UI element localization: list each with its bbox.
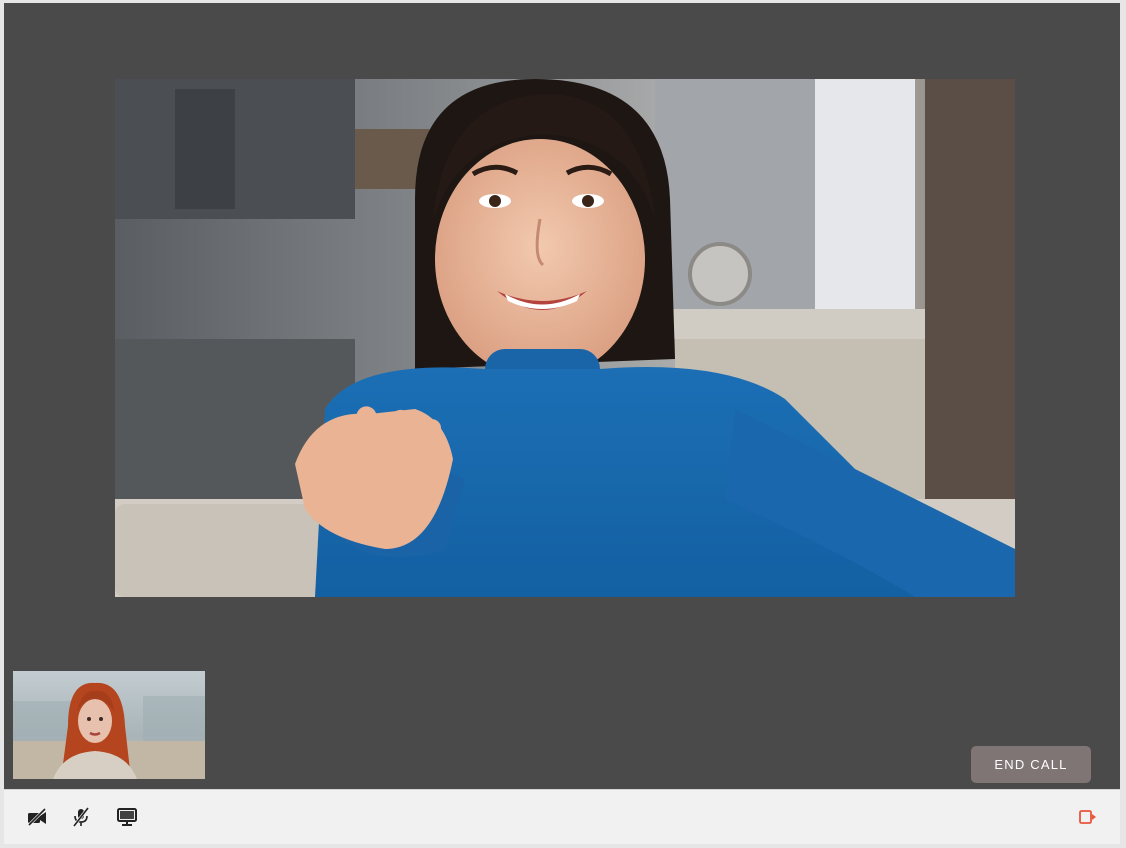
call-toolbar xyxy=(4,789,1120,844)
leave-call-icon xyxy=(1079,810,1096,824)
video-call-window: END CALL xyxy=(0,0,1126,848)
camera-off-icon xyxy=(27,808,47,826)
self-preview-video xyxy=(13,671,205,779)
remote-video xyxy=(115,79,1015,597)
mic-toggle-button[interactable] xyxy=(68,804,94,830)
screen-share-button[interactable] xyxy=(114,804,140,830)
camera-toggle-button[interactable] xyxy=(24,804,50,830)
screen-share-icon xyxy=(117,808,137,826)
self-preview-image xyxy=(13,671,205,779)
leave-call-button[interactable] xyxy=(1075,804,1101,830)
end-call-button[interactable]: END CALL xyxy=(971,746,1091,783)
video-stage: END CALL xyxy=(4,3,1120,789)
remote-video-image xyxy=(115,79,1015,597)
mic-off-icon xyxy=(72,807,90,827)
